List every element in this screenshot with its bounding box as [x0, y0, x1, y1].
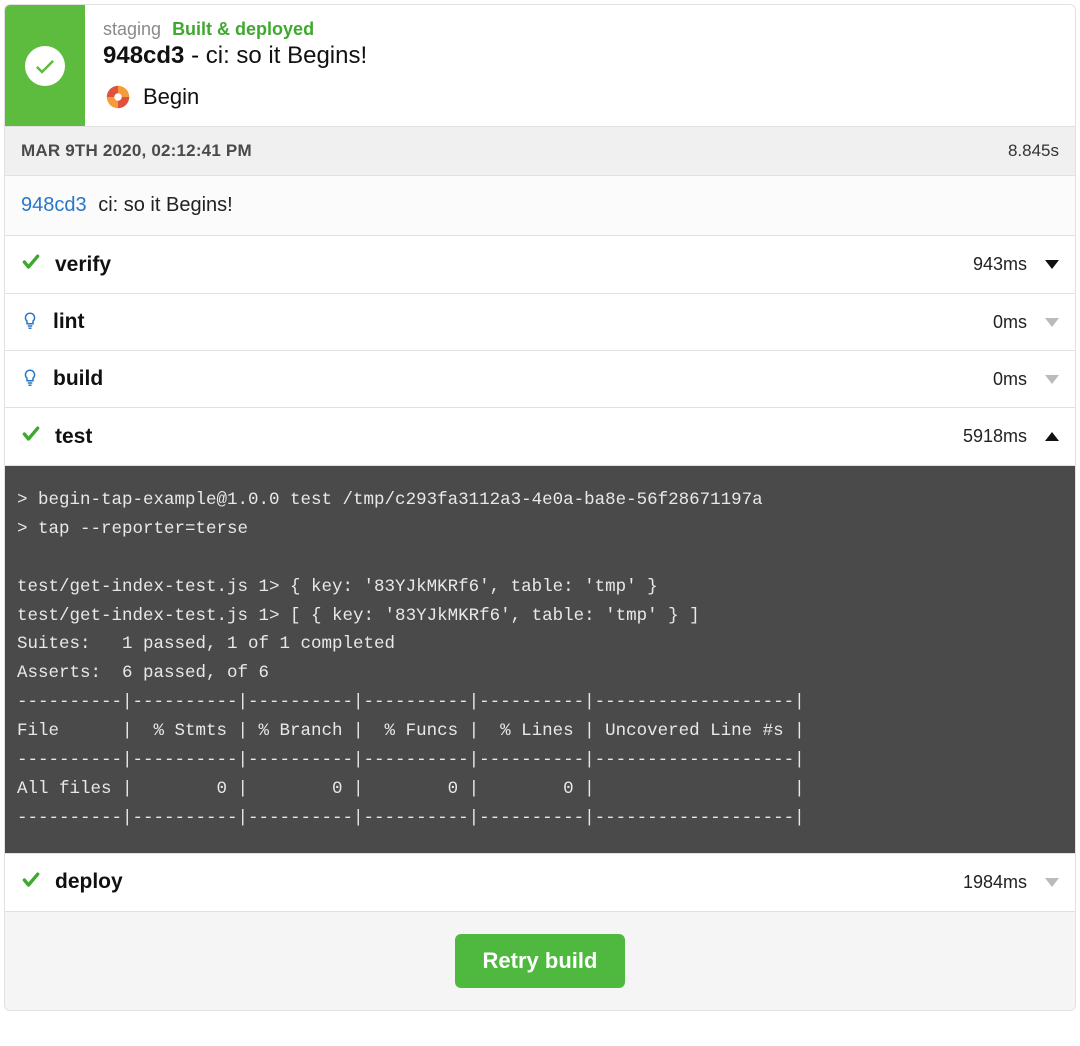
step-right: 943ms	[973, 254, 1059, 275]
app-name: Begin	[143, 84, 199, 110]
env-status-line: staging Built & deployed	[103, 19, 1057, 40]
step-name-label: deploy	[55, 870, 123, 894]
chevron-up-icon[interactable]	[1045, 432, 1059, 441]
step-name-label: verify	[55, 253, 111, 277]
step-name-label: test	[55, 425, 92, 449]
lightbulb-icon	[21, 368, 39, 391]
commit-line: 948cd3 - ci: so it Begins!	[103, 42, 1057, 70]
step-left: test	[21, 424, 92, 449]
card-footer: Retry build	[5, 912, 1075, 1010]
step-duration: 5918ms	[963, 426, 1027, 447]
build-card: staging Built & deployed 948cd3 - ci: so…	[4, 4, 1076, 1011]
check-icon	[21, 870, 41, 895]
check-icon	[21, 252, 41, 277]
step-right: 5918ms	[963, 426, 1059, 447]
chevron-down-icon[interactable]	[1045, 260, 1059, 269]
check-icon	[21, 424, 41, 449]
lightbulb-icon	[21, 311, 39, 334]
step-name-label: lint	[53, 310, 85, 334]
commit-hash: 948cd3	[103, 42, 184, 69]
environment-label: staging	[103, 19, 161, 39]
step-duration: 0ms	[993, 369, 1027, 390]
step-left: build	[21, 367, 103, 391]
step-left: verify	[21, 252, 111, 277]
step-left: deploy	[21, 870, 123, 895]
step-duration: 1984ms	[963, 872, 1027, 893]
build-date: MAR 9TH 2020, 02:12:41 PM	[21, 141, 252, 161]
step-right: 0ms	[993, 369, 1059, 390]
step-deploy[interactable]: deploy 1984ms	[5, 854, 1075, 912]
begin-logo-icon	[103, 82, 133, 112]
success-circle-icon	[25, 46, 65, 86]
step-right: 0ms	[993, 312, 1059, 333]
commit-message: ci: so it Begins!	[206, 42, 367, 69]
step-test[interactable]: test 5918ms	[5, 408, 1075, 466]
step-verify[interactable]: verify 943ms	[5, 236, 1075, 294]
retry-build-button[interactable]: Retry build	[455, 934, 626, 988]
meta-strip: MAR 9TH 2020, 02:12:41 PM 8.845s	[5, 126, 1075, 176]
commit-row: 948cd3 ci: so it Begins!	[5, 176, 1075, 236]
status-indicator	[5, 5, 85, 126]
header-info: staging Built & deployed 948cd3 - ci: so…	[85, 5, 1075, 126]
commit-hash-link[interactable]: 948cd3	[21, 194, 87, 216]
step-left: lint	[21, 310, 85, 334]
terminal-output: > begin-tap-example@1.0.0 test /tmp/c293…	[5, 466, 1075, 854]
step-right: 1984ms	[963, 872, 1059, 893]
chevron-down-icon[interactable]	[1045, 878, 1059, 887]
step-duration: 943ms	[973, 254, 1027, 275]
build-status-text: Built & deployed	[172, 19, 314, 39]
step-name-label: build	[53, 367, 103, 391]
steps-list: verify 943ms lint 0ms build 0ms test 5918ms > be…	[5, 236, 1075, 912]
app-line[interactable]: Begin	[103, 82, 1057, 112]
commit-separator: -	[184, 42, 205, 69]
total-duration: 8.845s	[1008, 141, 1059, 161]
commit-row-message: ci: so it Begins!	[98, 194, 233, 216]
chevron-down-icon[interactable]	[1045, 375, 1059, 384]
chevron-down-icon[interactable]	[1045, 318, 1059, 327]
step-build[interactable]: build 0ms	[5, 351, 1075, 408]
step-duration: 0ms	[993, 312, 1027, 333]
build-header: staging Built & deployed 948cd3 - ci: so…	[5, 5, 1075, 126]
step-lint[interactable]: lint 0ms	[5, 294, 1075, 351]
